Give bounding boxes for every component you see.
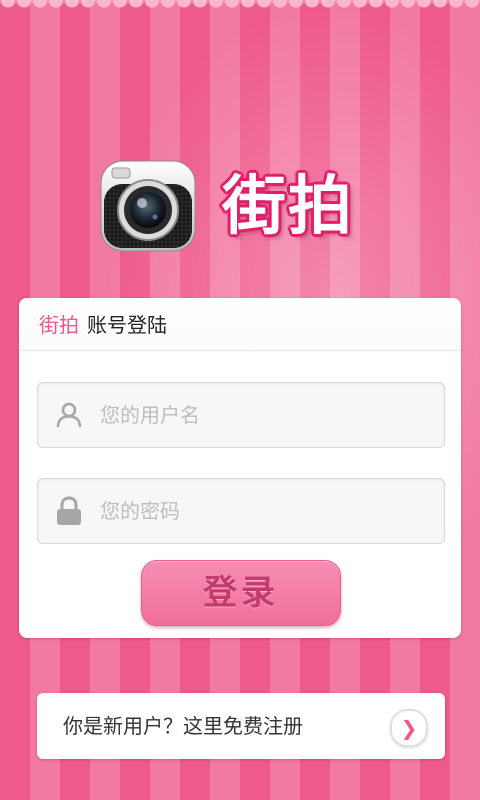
chevron-right-icon[interactable]: ❯	[390, 709, 428, 747]
username-input[interactable]	[100, 383, 430, 447]
login-card-header: 街拍 账号登陆	[19, 298, 461, 351]
login-card: 街拍账号登陆 登录	[19, 298, 461, 638]
login-card-title: 街拍 账号登陆	[39, 312, 167, 338]
password-field[interactable]	[37, 478, 445, 544]
login-button[interactable]: 登录	[141, 560, 341, 626]
login-title-text: 账号登陆	[87, 313, 167, 337]
username-field[interactable]	[37, 382, 445, 448]
lock-icon	[57, 496, 81, 525]
login-button-label: 登录	[203, 573, 279, 613]
password-input[interactable]	[100, 479, 430, 543]
camera-icon	[100, 160, 196, 252]
top-scallop-border	[0, 0, 480, 12]
login-screen: 街拍 街拍账号登陆 登录 你是新用户？这里免费注册 ❯	[0, 0, 480, 800]
user-icon	[56, 402, 82, 428]
app-title: 街拍	[222, 170, 354, 244]
register-link[interactable]: 你是新用户？这里免费注册 ❯	[37, 693, 445, 759]
register-arrow-glyph: ❯	[400, 716, 418, 740]
register-label: 你是新用户？这里免费注册	[63, 714, 303, 738]
login-title-brand: 街拍	[39, 313, 79, 337]
